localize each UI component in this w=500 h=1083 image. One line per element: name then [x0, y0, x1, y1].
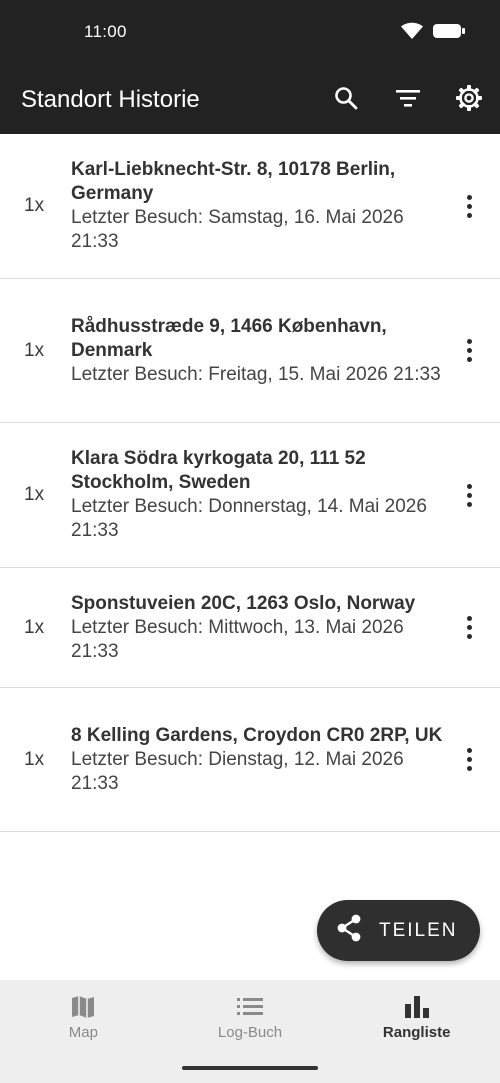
location-address: Rådhusstræde 9, 1466 København, Denmark — [71, 315, 387, 361]
list-item-text: Rådhusstræde 9, 1466 København, Denmark … — [71, 315, 500, 387]
filter-button[interactable] — [391, 83, 425, 117]
share-icon — [335, 913, 363, 948]
location-list: 1x Karl-Liebknecht-Str. 8, 10178 Berlin,… — [0, 134, 500, 832]
last-visit: Letzter Besuch: Donnerstag, 14. Mai 2026… — [71, 496, 427, 541]
list-item-text: 8 Kelling Gardens, Croydon CR0 2RP, UK L… — [71, 724, 500, 796]
nav-label: Map — [68, 1024, 98, 1041]
page-title: Standort Historie — [21, 86, 200, 113]
visit-count: 1x — [24, 484, 45, 505]
filter-icon — [395, 87, 421, 114]
more-vert-icon[interactable] — [456, 189, 482, 223]
bar-chart-icon — [403, 994, 431, 1025]
more-vert-icon[interactable] — [456, 611, 482, 645]
location-address: Sponstuveien 20C, 1263 Oslo, Norway — [71, 592, 416, 614]
last-visit: Letzter Besuch: Mittwoch, 13. Mai 2026 2… — [71, 616, 404, 662]
list-item[interactable]: 1x 8 Kelling Gardens, Croydon CR0 2RP, U… — [0, 688, 500, 832]
search-button[interactable] — [329, 83, 363, 117]
more-vert-icon[interactable] — [456, 743, 482, 777]
more-vert-icon[interactable] — [456, 478, 482, 512]
status-bar: 11:00 — [0, 0, 500, 66]
status-time: 11:00 — [84, 22, 127, 41]
list-item-text: Klara Södra kyrkogata 20, 111 52 Stockho… — [71, 447, 500, 543]
more-vert-icon[interactable] — [456, 334, 482, 368]
location-address: 8 Kelling Gardens, Croydon CR0 2RP, UK — [71, 724, 443, 746]
last-visit: Letzter Besuch: Freitag, 15. Mai 2026 21… — [71, 363, 441, 385]
settings-icon — [455, 84, 483, 117]
share-button-label: TEILEN — [379, 919, 458, 941]
visit-count: 1x — [24, 195, 45, 216]
last-visit: Letzter Besuch: Dienstag, 12. Mai 2026 2… — [71, 748, 404, 794]
list-item[interactable]: 1x Rådhusstræde 9, 1466 København, Denma… — [0, 279, 500, 423]
list-icon — [236, 994, 264, 1025]
map-icon — [70, 994, 96, 1025]
settings-button[interactable] — [452, 83, 486, 117]
status-icons — [400, 21, 466, 46]
home-indicator[interactable] — [182, 1066, 318, 1070]
last-visit: Letzter Besuch: Samstag, 16. Mai 2026 21… — [71, 207, 404, 252]
list-item-text: Sponstuveien 20C, 1263 Oslo, Norway Letz… — [71, 592, 500, 664]
battery-icon — [432, 22, 466, 45]
list-item-text: Karl-Liebknecht-Str. 8, 10178 Berlin, Ge… — [71, 158, 500, 254]
visit-count: 1x — [24, 339, 45, 361]
visit-count: 1x — [24, 616, 45, 638]
list-item[interactable]: 1x Karl-Liebknecht-Str. 8, 10178 Berlin,… — [0, 134, 500, 279]
share-button[interactable]: TEILEN — [317, 900, 480, 961]
nav-label: Log-Buch — [217, 1024, 283, 1041]
nav-label: Rangliste — [382, 1024, 451, 1041]
wifi-icon — [400, 21, 424, 46]
nav-item-rangliste[interactable]: Rangliste — [333, 980, 500, 1083]
search-icon — [333, 85, 359, 116]
location-address: Klara Södra kyrkogata 20, 111 52 Stockho… — [71, 448, 366, 493]
nav-item-map[interactable]: Map — [0, 980, 167, 1083]
visit-count: 1x — [24, 748, 45, 770]
list-item[interactable]: 1x Klara Södra kyrkogata 20, 111 52 Stoc… — [0, 423, 500, 568]
location-address: Karl-Liebknecht-Str. 8, 10178 Berlin, Ge… — [71, 159, 396, 204]
app-bar: Standort Historie — [0, 66, 500, 134]
list-item[interactable]: 1x Sponstuveien 20C, 1263 Oslo, Norway L… — [0, 568, 500, 688]
